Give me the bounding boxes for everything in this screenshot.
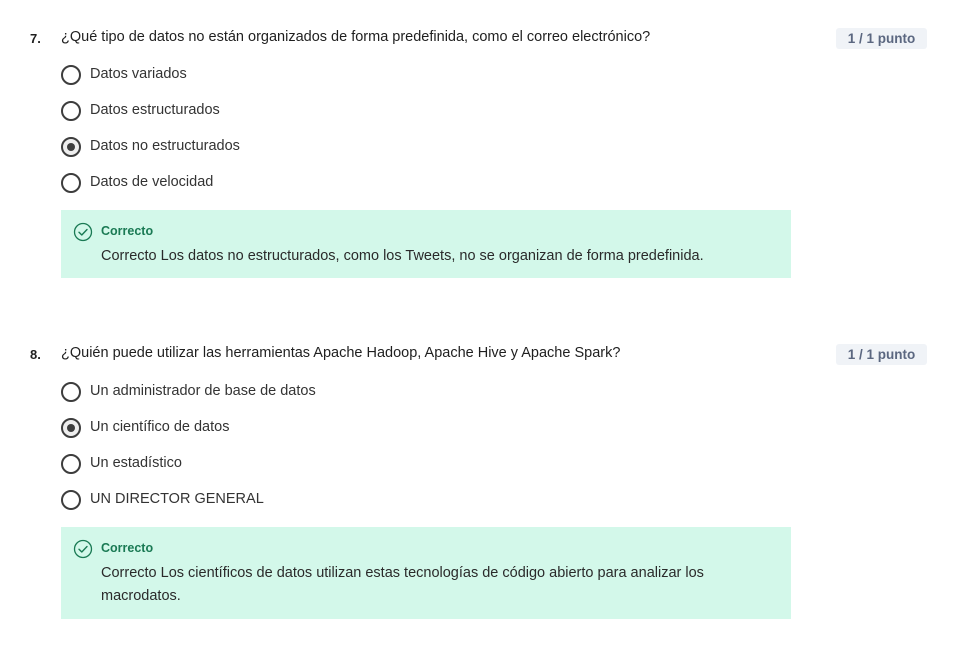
radio-checked-icon[interactable]: [61, 418, 81, 438]
question-8: 8. ¿Quién puede utilizar las herramienta…: [0, 344, 980, 525]
radio-unchecked-icon[interactable]: [61, 454, 81, 474]
answer-option[interactable]: UN DIRECTOR GENERAL: [0, 489, 980, 525]
answer-option[interactable]: Datos no estructurados: [0, 136, 980, 172]
answer-option-label: Datos no estructurados: [90, 138, 240, 154]
question-7: 7. ¿Qué tipo de datos no están organizad…: [0, 28, 980, 208]
radio-unchecked-icon[interactable]: [61, 173, 81, 193]
points-badge: 1 / 1 punto: [836, 28, 927, 49]
answer-option-label: Un estadístico: [90, 455, 182, 471]
feedback-text: Correcto Los datos no estructurados, com…: [101, 248, 704, 264]
radio-unchecked-icon[interactable]: [61, 490, 81, 510]
answer-options: Un administrador de base de datos Un cie…: [0, 381, 980, 525]
question-text: ¿Quién puede utilizar las herramientas A…: [61, 345, 621, 361]
question-header: 8. ¿Quién puede utilizar las herramienta…: [0, 344, 980, 368]
question-text: ¿Qué tipo de datos no están organizados …: [61, 29, 651, 45]
check-circle-icon: [73, 539, 93, 559]
answer-option-label: Datos variados: [90, 66, 187, 82]
radio-unchecked-icon[interactable]: [61, 382, 81, 402]
answer-option[interactable]: Un administrador de base de datos: [0, 381, 980, 417]
question-number: 8.: [30, 347, 41, 362]
answer-option-label: Datos de velocidad: [90, 174, 214, 190]
answer-option[interactable]: Un estadístico: [0, 453, 980, 489]
radio-unchecked-icon[interactable]: [61, 101, 81, 121]
question-header: 7. ¿Qué tipo de datos no están organizad…: [0, 28, 980, 52]
feedback-panel: Correcto Correcto Los datos no estructur…: [61, 210, 791, 278]
answer-option-label: Un científico de datos: [90, 419, 230, 435]
question-number: 7.: [30, 31, 41, 46]
answer-option-label: Un administrador de base de datos: [90, 383, 316, 399]
answer-option[interactable]: Datos variados: [0, 64, 980, 100]
feedback-text: Correcto Los científicos de datos utiliz…: [101, 565, 704, 604]
radio-checked-icon[interactable]: [61, 137, 81, 157]
answer-option[interactable]: Datos estructurados: [0, 100, 980, 136]
answer-option-label: UN DIRECTOR GENERAL: [90, 491, 264, 507]
points-badge: 1 / 1 punto: [836, 344, 927, 365]
answer-options: Datos variados Datos estructurados Datos…: [0, 64, 980, 208]
feedback-panel: Correcto Correcto Los científicos de dat…: [61, 527, 791, 619]
answer-option-label: Datos estructurados: [90, 102, 220, 118]
feedback-title: Correcto: [101, 541, 154, 555]
answer-option[interactable]: Un científico de datos: [0, 417, 980, 453]
check-circle-icon: [73, 222, 93, 242]
feedback-title: Correcto: [101, 224, 154, 238]
answer-option[interactable]: Datos de velocidad: [0, 172, 980, 208]
radio-unchecked-icon[interactable]: [61, 65, 81, 85]
